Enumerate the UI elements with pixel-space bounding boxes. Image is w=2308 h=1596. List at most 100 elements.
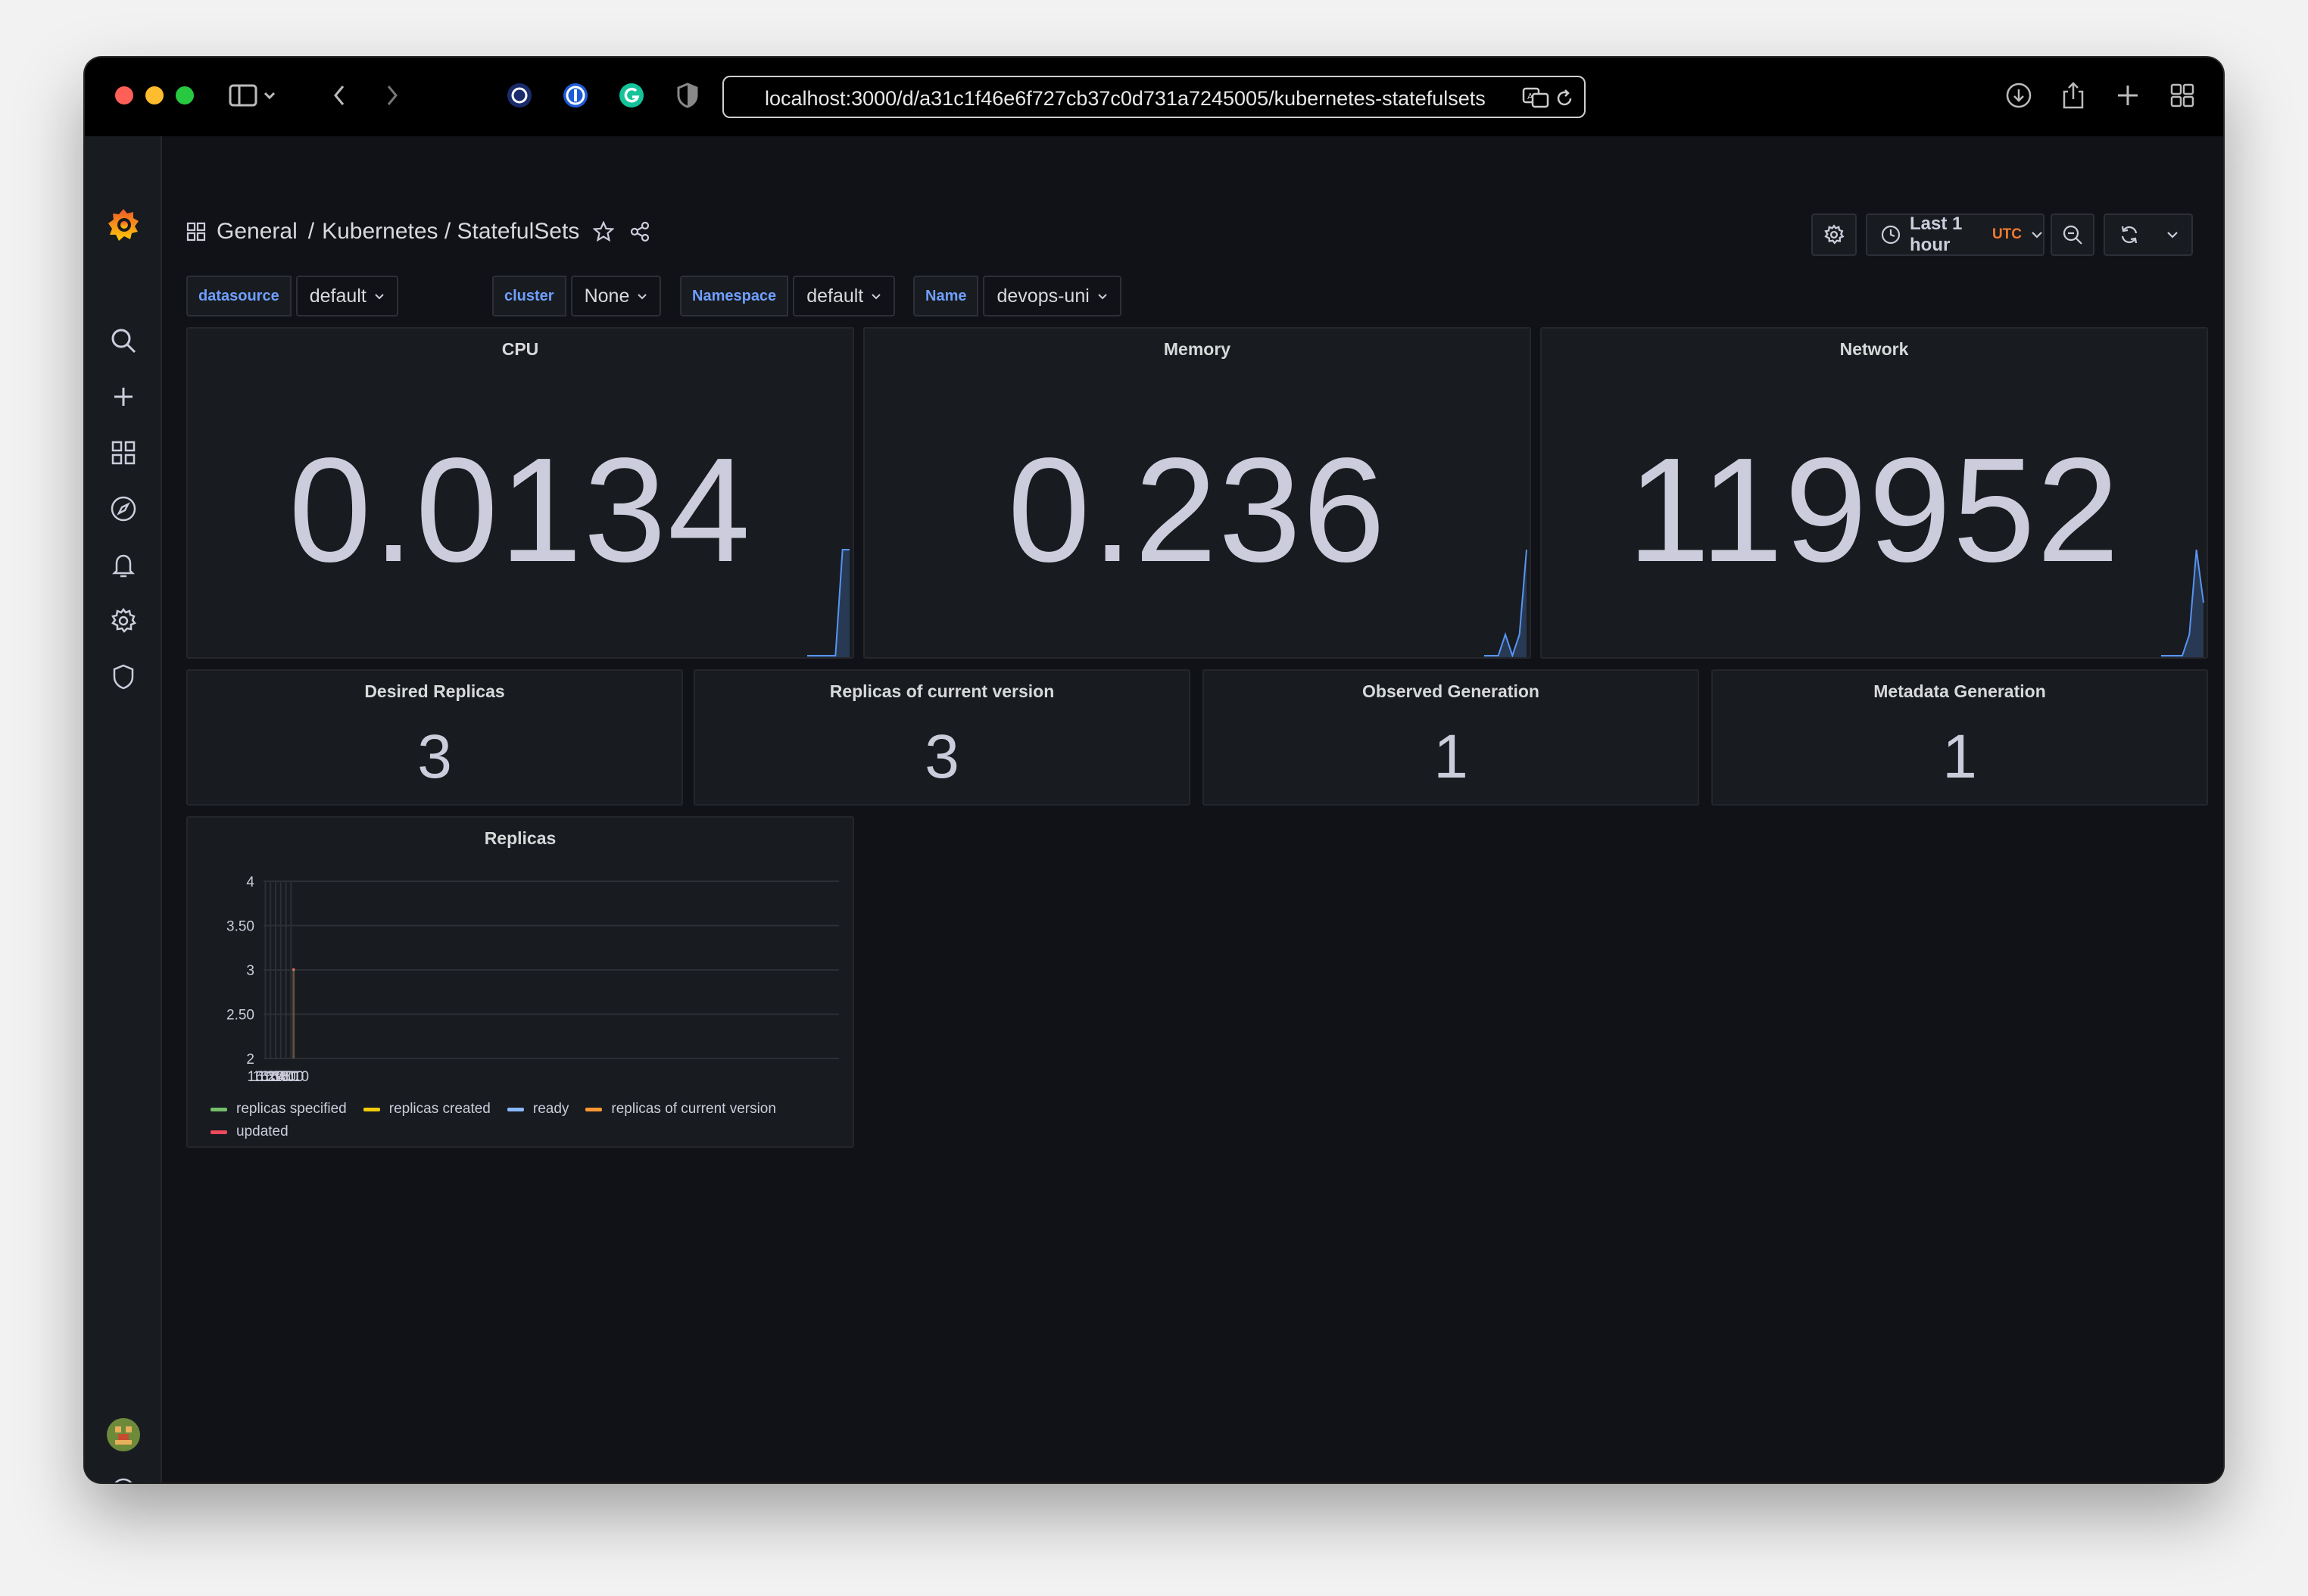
stat-value: 0.236 [1007,427,1387,593]
chevron-down-icon [637,293,647,300]
refresh-button[interactable] [2104,214,2193,256]
stat-value: 3 [925,722,959,791]
stat-value: 1 [1942,722,1977,791]
chevron-down-icon[interactable] [2166,231,2179,238]
legend-swatch [585,1107,603,1111]
downloads-icon[interactable] [2004,80,2034,111]
password-manager-icon[interactable] [560,80,591,111]
tab-overview-icon[interactable] [2167,80,2197,111]
address-bar[interactable]: localhost:3000/d/a31c1f46e6f727cb37c0d73… [722,76,1586,118]
server-admin-shield-icon[interactable] [108,662,139,692]
legend-item[interactable]: replicas created [363,1098,491,1121]
datasource-select[interactable]: default [295,276,398,316]
replicas-chart-panel[interactable]: Replicas 4 3.50 3 2.50 2 16:20 16:30 16:40 16:50… [186,816,854,1148]
legend-swatch [211,1130,227,1134]
close-window-button[interactable] [115,86,133,104]
search-icon[interactable] [108,326,139,356]
configuration-gear-icon[interactable] [108,606,139,636]
user-avatar[interactable] [106,1417,141,1452]
alerting-bell-icon[interactable] [108,550,139,580]
series-area [292,970,295,1058]
grafana-sidebar [85,136,162,1482]
timezone-label: UTC [1991,226,2022,242]
grammarly-icon[interactable] [616,80,647,111]
sparkline-area [1484,550,1527,657]
url-text: localhost:3000/d/a31c1f46e6f727cb37c0d73… [765,87,1486,110]
legend-label: replicas of current version [611,1101,776,1117]
y-tick-label: 3.50 [226,919,254,935]
panel-title: Network [1839,339,1909,359]
legend-item[interactable]: updated [211,1121,288,1143]
variable-value: default [806,285,864,307]
legend-item[interactable]: replicas specified [211,1098,347,1121]
chevron-down-icon [1097,293,1108,300]
dashboard-title[interactable]: Kubernetes / StatefulSets [322,219,579,245]
legend-label: replicas specified [236,1101,347,1117]
time-range-picker[interactable]: Last 1 hour UTC [1866,214,2044,256]
network-sparkline [2161,549,2204,657]
desired-replicas-panel[interactable]: Desired Replicas 3 [186,669,683,806]
stat-value: 0.0134 [288,427,752,593]
translate-icon[interactable]: A [1522,86,1549,113]
dashboard-main: General / Kubernetes / StatefulSets Last… [164,136,2223,1482]
zoom-out-button[interactable] [2051,214,2094,256]
zoom-out-icon [2062,224,2083,245]
legend-swatch [507,1107,524,1111]
sidebar-toggle-icon[interactable] [229,80,259,111]
back-icon[interactable] [324,80,354,111]
metadata-generation-panel[interactable]: Metadata Generation 1 [1711,669,2208,806]
chevron-down-icon[interactable] [260,80,279,111]
grafana-logo-icon[interactable] [106,206,141,244]
memory-panel[interactable]: Memory 0.236 [863,327,1531,659]
variable-namespace: Namespace default [680,276,896,316]
minimize-window-button[interactable] [145,86,164,104]
clock-icon [1881,225,1901,245]
share-icon[interactable] [2058,80,2088,111]
chevron-down-icon [2031,231,2043,238]
sparkline-area [807,550,850,657]
name-select[interactable]: devops-uni [983,276,1121,316]
zoom-window-button[interactable] [176,86,194,104]
panel-title: Metadata Generation [1873,681,2046,701]
extension-dark-icon[interactable] [504,80,535,111]
namespace-select[interactable]: default [793,276,896,316]
breadcrumb-folder[interactable]: General [217,219,298,245]
chevron-down-icon [374,293,385,300]
observed-generation-panel[interactable]: Observed Generation 1 [1202,669,1699,806]
replicas-chart: 43.5032.50216:2016:3016:4016:5017:0017:1… [226,874,839,1083]
chart-legend: replicas specified replicas created ready r… [211,1098,831,1143]
help-icon[interactable] [108,1475,139,1482]
dashboards-icon[interactable] [108,438,139,468]
variable-value: None [584,285,630,307]
breadcrumb-separator: / [307,219,315,244]
replicas-current-version-panel[interactable]: Replicas of current version 3 [694,669,1190,806]
new-tab-icon[interactable] [2113,80,2143,111]
network-panel[interactable]: Network 119952 [1540,327,2208,659]
star-icon[interactable] [593,221,615,242]
forward-icon[interactable] [377,80,407,111]
share-dashboard-icon[interactable] [629,221,650,242]
legend-label: replicas created [388,1101,491,1117]
legend-swatch [211,1107,227,1111]
gear-icon [1823,224,1845,245]
variable-value: default [309,285,366,307]
panel-title: CPU [501,339,539,359]
stat-value: 119952 [1627,427,2121,593]
breadcrumb: General / Kubernetes / StatefulSets [186,217,650,247]
sparkline-area [2161,550,2204,657]
panel-title: Replicas of current version [829,681,1055,701]
cluster-select[interactable]: None [570,276,662,316]
y-tick-label: 3 [246,963,254,979]
legend-item[interactable]: replicas of current version [585,1098,776,1121]
explore-compass-icon[interactable] [108,494,139,524]
dashboard-settings-button[interactable] [1811,214,1857,256]
reload-icon[interactable] [1554,88,1575,113]
variable-name: Name devops-uni [913,276,1121,316]
legend-item[interactable]: ready [507,1098,569,1121]
legend-swatch [363,1107,380,1111]
create-plus-icon[interactable] [108,382,139,412]
dashboard-grid-icon [186,222,206,242]
shield-extension-icon[interactable] [672,80,703,111]
cpu-panel[interactable]: CPU 0.0134 [186,327,854,659]
variable-label: datasource [186,276,292,316]
